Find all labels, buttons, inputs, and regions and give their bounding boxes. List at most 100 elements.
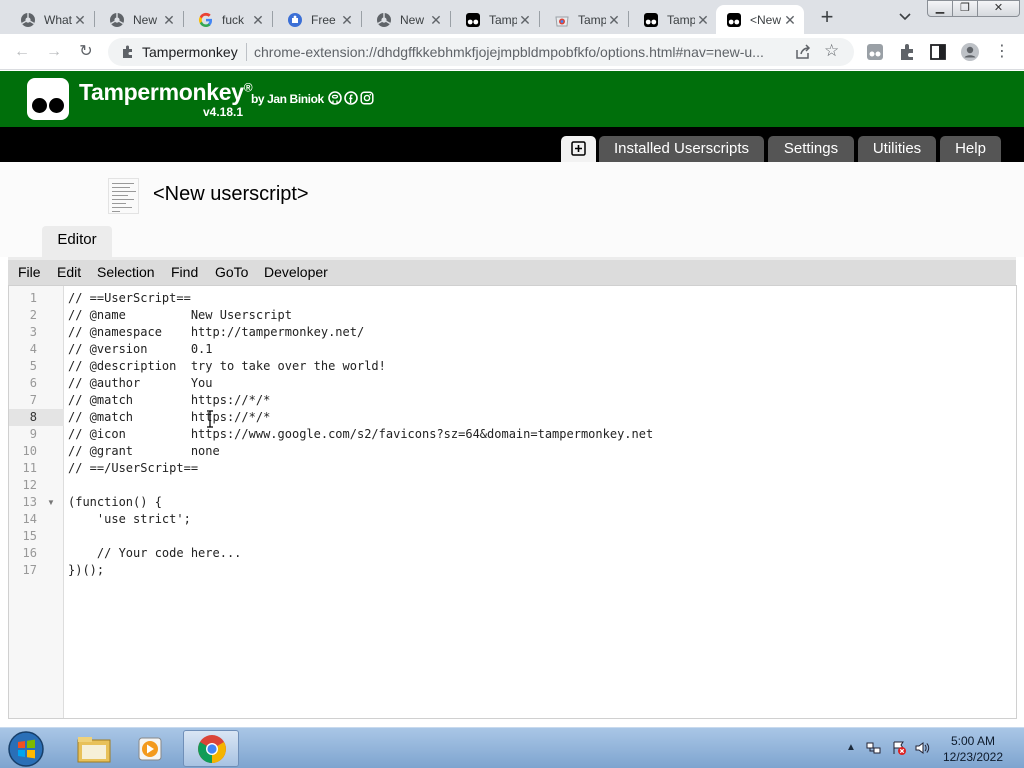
browser-tab[interactable]: What ✕	[10, 5, 94, 34]
gutter-row: 9	[9, 426, 64, 443]
tab-close-icon[interactable]: ✕	[695, 12, 711, 28]
side-panel-icon[interactable]	[928, 42, 948, 62]
tab-settings[interactable]: Settings	[768, 136, 854, 162]
code-line[interactable]: // @namespace http://tampermonkey.net/	[68, 324, 364, 341]
code-line[interactable]: // @name New Userscript	[68, 307, 292, 324]
address-url[interactable]: chrome-extension://dhdgffkkebhmkfjojejmp…	[254, 44, 784, 60]
menu-file[interactable]: File	[18, 264, 41, 280]
tab-separator	[450, 11, 451, 27]
script-header: <New userscript> Editor	[0, 162, 1024, 257]
browser-tab[interactable]: New ✕	[366, 5, 450, 34]
extension-puzzle-icon	[123, 45, 132, 58]
new-script-tab[interactable]	[561, 136, 596, 162]
gutter-row: 16	[9, 545, 64, 562]
browser-tab[interactable]: Free ✕	[277, 5, 361, 34]
close-window-icon[interactable]: ✕	[978, 0, 1020, 17]
tab-installed-userscripts[interactable]: Installed Userscripts	[599, 136, 764, 162]
minimize-icon[interactable]: ▁	[927, 0, 953, 17]
restore-icon[interactable]: ❐	[953, 0, 978, 17]
browser-tab[interactable]: fuck ✕	[188, 5, 272, 34]
tab-close-icon[interactable]: ✕	[606, 12, 622, 28]
code-line[interactable]: // @version 0.1	[68, 341, 213, 358]
instagram-icon[interactable]	[360, 91, 374, 105]
tampermonkey-version: v4.18.1	[203, 105, 244, 119]
tampermonkey-extension-icon[interactable]	[865, 42, 885, 62]
code-line[interactable]: // @match https://*/*	[68, 409, 270, 426]
code-line[interactable]: // @author You	[68, 375, 213, 392]
windows-taskbar: ▲ 5:00 AM 12/23/2022	[0, 727, 1024, 768]
menu-selection[interactable]: Selection	[97, 264, 155, 280]
code-line[interactable]: (function() {	[68, 494, 162, 511]
back-arrow-icon[interactable]: ←	[12, 42, 32, 62]
code-line[interactable]: // @description try to take over the wor…	[68, 358, 386, 375]
tampermonkey-header: Tampermonkey® by Jan Biniok v4.18.1	[0, 71, 1024, 127]
file-explorer-icon	[77, 737, 111, 763]
taskbar-media-player[interactable]	[124, 730, 180, 767]
code-line[interactable]: 'use strict';	[68, 511, 191, 528]
profile-avatar-icon[interactable]	[960, 42, 980, 62]
gutter-row: 8	[9, 409, 64, 426]
browser-tab[interactable]: Tamp ✕	[455, 5, 539, 34]
fold-arrow-icon[interactable]: ▼	[47, 494, 55, 511]
code-line[interactable]: // ==/UserScript==	[68, 460, 198, 477]
github-icon[interactable]	[328, 91, 342, 105]
bookmark-star-icon[interactable]: ☆	[824, 42, 842, 60]
tab-close-icon[interactable]: ✕	[517, 12, 533, 28]
menu-goto[interactable]: GoTo	[215, 264, 248, 280]
tab-utilities[interactable]: Utilities	[858, 136, 936, 162]
line-number: 6	[29, 376, 37, 390]
tab-close-icon[interactable]: ✕	[782, 12, 798, 28]
tray-expand-icon[interactable]: ▲	[846, 742, 856, 753]
browser-tab-title: New	[133, 12, 158, 27]
taskbar-chrome[interactable]	[183, 730, 239, 767]
code-line[interactable]: // @icon https://www.google.com/s2/favic…	[68, 426, 653, 443]
address-bar[interactable]: Tampermonkey chrome-extension://dhdgffkk…	[108, 38, 854, 66]
tab-search-icon[interactable]	[896, 9, 914, 25]
browser-tab[interactable]: <New ✕	[716, 5, 804, 34]
chrome-menu-icon[interactable]: ⋮	[992, 42, 1012, 62]
browser-tab-title: <New	[750, 12, 782, 27]
taskbar-file-explorer[interactable]	[66, 730, 122, 767]
facebook-icon[interactable]	[344, 91, 358, 105]
tab-close-icon[interactable]: ✕	[339, 12, 355, 28]
line-number: 3	[29, 325, 37, 339]
browser-toolbar: ← → ↻ Tampermonkey chrome-extension://dh…	[0, 34, 1024, 70]
tab-editor[interactable]: Editor	[42, 226, 112, 257]
code-editor[interactable]: 1 2 3 4 5 6 7 8 9 10 11 12 13 ▼ 14 15 16 17 // ==UserScri…	[8, 285, 1017, 719]
extensions-puzzle-icon[interactable]	[897, 42, 917, 62]
browser-tab-strip: What ✕ New ✕ fuck ✕ Free ✕ New ✕ Tamp ✕ Tamp ✕ Tamp ✕ <N…	[0, 0, 1024, 34]
browser-tab[interactable]: New ✕	[99, 5, 183, 34]
code-line[interactable]: // Your code here...	[68, 545, 242, 562]
menu-edit[interactable]: Edit	[57, 264, 81, 280]
line-number: 12	[22, 478, 37, 492]
forward-arrow-icon[interactable]: →	[44, 42, 64, 62]
tab-close-icon[interactable]: ✕	[161, 12, 177, 28]
browser-tab[interactable]: Tamp ✕	[544, 5, 628, 34]
volume-icon[interactable]	[914, 740, 930, 756]
browser-tab-title: fuck	[222, 12, 245, 27]
menu-find[interactable]: Find	[171, 264, 198, 280]
gutter-row: 15	[9, 528, 64, 545]
action-center-flag-icon[interactable]	[891, 740, 907, 756]
code-line[interactable]: // @match https://*/*	[68, 392, 270, 409]
system-clock[interactable]: 5:00 AM 12/23/2022	[940, 733, 1006, 765]
tab-close-icon[interactable]: ✕	[250, 12, 266, 28]
tampermonkey-author: by Jan Biniok	[251, 92, 324, 106]
tab-close-icon[interactable]: ✕	[72, 12, 88, 28]
windows-start-icon[interactable]	[6, 730, 46, 768]
reload-icon[interactable]: ↻	[76, 42, 96, 62]
code-line[interactable]: // ==UserScript==	[68, 290, 191, 307]
code-line[interactable]: // @grant none	[68, 443, 220, 460]
tab-help[interactable]: Help	[940, 136, 1001, 162]
github-icon	[376, 12, 392, 28]
menu-developer[interactable]: Developer	[264, 264, 328, 280]
browser-tab[interactable]: Tamp ✕	[633, 5, 717, 34]
tab-separator	[272, 11, 273, 27]
line-number: 4	[29, 342, 37, 356]
network-icon[interactable]	[866, 740, 882, 756]
github-icon	[20, 12, 36, 28]
code-line[interactable]: })();	[68, 562, 104, 579]
new-tab-button[interactable]: +	[816, 6, 838, 29]
share-icon[interactable]	[794, 43, 812, 61]
tab-close-icon[interactable]: ✕	[428, 12, 444, 28]
